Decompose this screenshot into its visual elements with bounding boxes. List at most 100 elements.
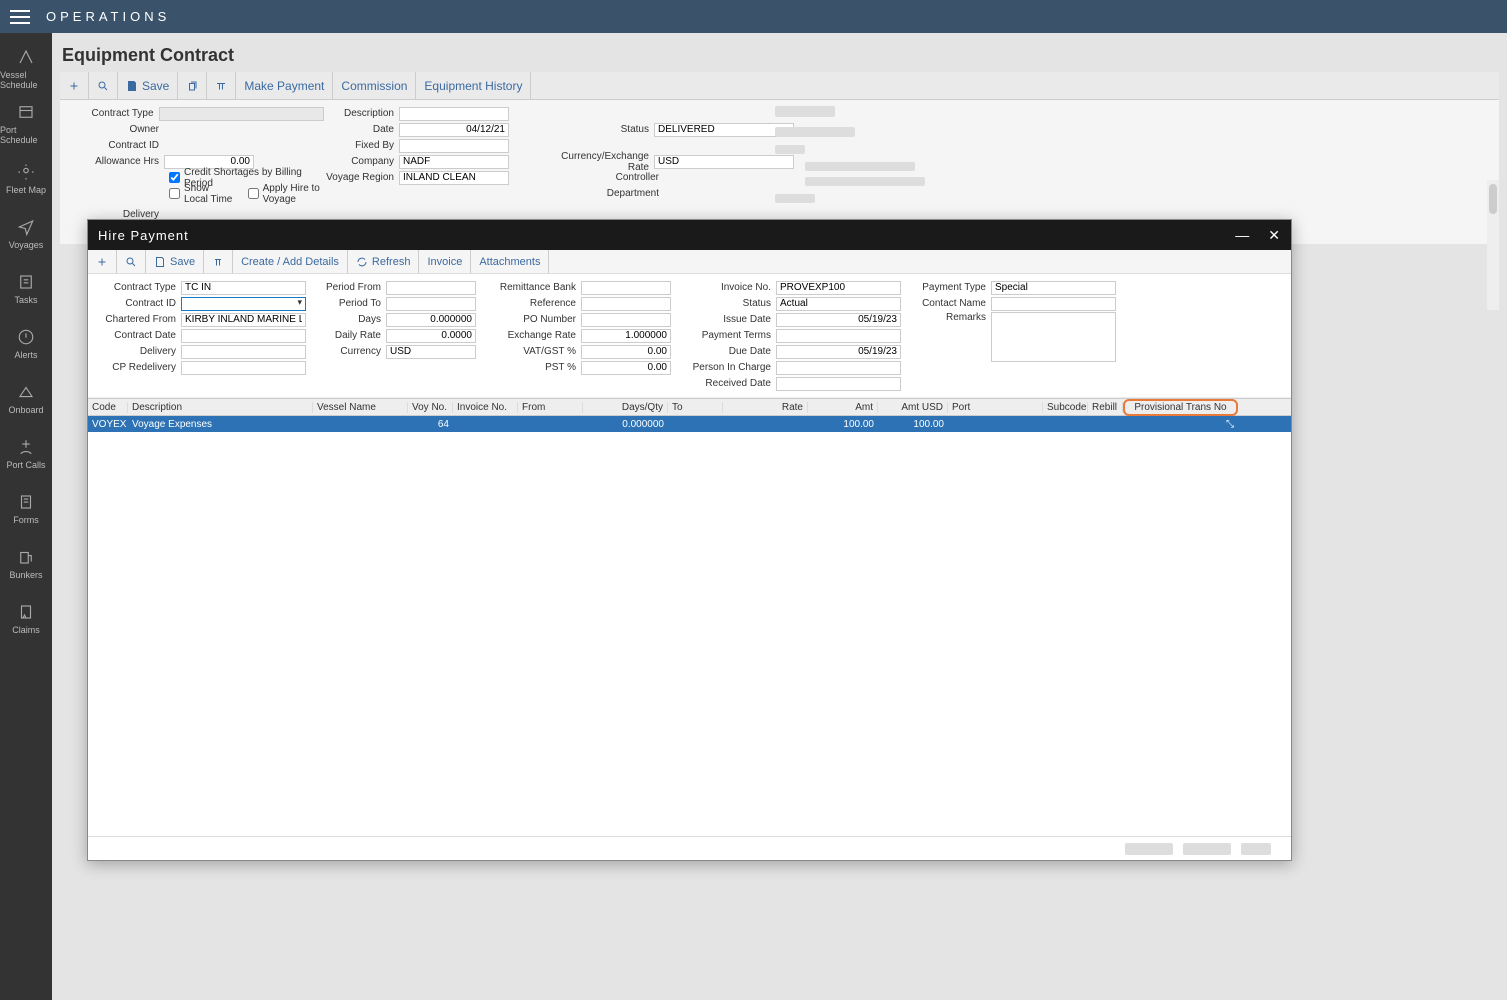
modal-title: Hire Payment <box>98 228 189 243</box>
apply-hire-checkbox[interactable] <box>248 188 259 199</box>
hp-contract-id-dropdown[interactable] <box>181 297 306 311</box>
show-local-time-checkbox[interactable] <box>169 188 180 199</box>
date-input[interactable] <box>399 123 509 137</box>
company-label: Company <box>324 156 399 167</box>
sidebar-port-calls[interactable]: Port Calls <box>0 426 52 481</box>
description-label: Description <box>324 108 399 119</box>
modal-save-button[interactable]: Save <box>146 250 204 273</box>
hp-remarks-input[interactable] <box>991 312 1116 362</box>
sidebar-forms[interactable]: Forms <box>0 481 52 536</box>
hire-payment-form: Contract Type Contract ID Chartered From… <box>88 274 1291 398</box>
footer-skeleton <box>1183 843 1231 855</box>
close-icon[interactable]: ✕ <box>1268 227 1281 244</box>
hp-reference-input[interactable] <box>581 297 671 311</box>
hp-delivery-input[interactable] <box>181 345 306 359</box>
hp-issue-date-input[interactable] <box>776 313 901 327</box>
description-input[interactable] <box>399 107 509 121</box>
hp-payment-type-input[interactable] <box>991 281 1116 295</box>
modal-titlebar: Hire Payment — ✕ <box>88 220 1291 250</box>
hp-due-date-input[interactable] <box>776 345 901 359</box>
hp-person-input[interactable] <box>776 361 901 375</box>
hp-cp-redelivery-input[interactable] <box>181 361 306 375</box>
footer-skeleton <box>1241 843 1271 855</box>
col-vessel[interactable]: Vessel Name <box>313 402 408 413</box>
company-input[interactable] <box>399 155 509 169</box>
attachments-button[interactable]: Attachments <box>471 250 549 273</box>
sidebar-bunkers[interactable]: Bunkers <box>0 536 52 591</box>
col-from[interactable]: From <box>518 402 583 413</box>
col-subcode[interactable]: Subcode <box>1043 402 1088 413</box>
copy-button[interactable] <box>178 72 207 99</box>
hp-vat-gst-input[interactable] <box>581 345 671 359</box>
col-rate[interactable]: Rate <box>723 402 808 413</box>
grid-row[interactable]: VOYEX Voyage Expenses 64 0.000000 100.00… <box>88 416 1291 432</box>
hp-contract-date-input[interactable] <box>181 329 306 343</box>
side-panel-skeleton <box>775 106 955 209</box>
hp-days-input[interactable] <box>386 313 476 327</box>
status-input[interactable] <box>654 123 794 137</box>
delete-button[interactable] <box>207 72 236 99</box>
invoice-button[interactable]: Invoice <box>419 250 471 273</box>
sidebar-fleet-map[interactable]: Fleet Map <box>0 151 52 206</box>
hp-received-date-input[interactable] <box>776 377 901 391</box>
contract-type-input[interactable] <box>159 107 324 121</box>
credit-shortages-checkbox[interactable] <box>169 172 180 183</box>
col-description[interactable]: Description <box>128 402 313 413</box>
department-label: Department <box>544 188 664 199</box>
hp-period-to-input[interactable] <box>386 297 476 311</box>
col-invoice[interactable]: Invoice No. <box>453 402 518 413</box>
footer-skeleton <box>1125 843 1173 855</box>
sidebar-alerts[interactable]: Alerts <box>0 316 52 371</box>
hp-po-number-input[interactable] <box>581 313 671 327</box>
equipment-history-button[interactable]: Equipment History <box>416 72 531 99</box>
form-scrollbar[interactable] <box>1487 180 1499 310</box>
fixed-by-input[interactable] <box>399 139 509 153</box>
date-label: Date <box>324 124 399 135</box>
col-code[interactable]: Code <box>88 402 128 413</box>
hp-invoice-no-input[interactable] <box>776 281 901 295</box>
currency-input[interactable] <box>654 155 794 169</box>
sidebar-voyages[interactable]: Voyages <box>0 206 52 261</box>
hp-chartered-from-input[interactable] <box>181 313 306 327</box>
sidebar-vessel-schedule[interactable]: Vessel Schedule <box>0 41 52 96</box>
top-bar: OPERATIONS <box>0 0 1507 33</box>
col-provisional-trans-no[interactable]: Provisional Trans No <box>1123 399 1238 416</box>
col-daysqty[interactable]: Days/Qty <box>583 402 668 413</box>
sidebar-port-schedule[interactable]: Port Schedule <box>0 96 52 151</box>
sidebar-onboard[interactable]: Onboard <box>0 371 52 426</box>
commission-button[interactable]: Commission <box>333 72 416 99</box>
modal-delete-button[interactable] <box>204 250 233 273</box>
hp-period-from-input[interactable] <box>386 281 476 295</box>
fixed-by-label: Fixed By <box>324 140 399 151</box>
menu-icon[interactable] <box>10 10 30 24</box>
save-button[interactable]: Save <box>118 72 178 99</box>
col-port[interactable]: Port <box>948 402 1043 413</box>
search-button[interactable] <box>89 72 118 99</box>
hp-pst-input[interactable] <box>581 361 671 375</box>
voyage-region-input[interactable] <box>399 171 509 185</box>
sidebar-claims[interactable]: Claims <box>0 591 52 646</box>
col-to[interactable]: To <box>668 402 723 413</box>
make-payment-button[interactable]: Make Payment <box>236 72 333 99</box>
hp-contract-type-input[interactable] <box>181 281 306 295</box>
hp-remittance-bank-input[interactable] <box>581 281 671 295</box>
col-rebill[interactable]: Rebill <box>1088 402 1123 413</box>
hp-contact-name-input[interactable] <box>991 297 1116 311</box>
hp-daily-rate-input[interactable] <box>386 329 476 343</box>
minimize-icon[interactable]: — <box>1235 227 1250 244</box>
sidebar-tasks[interactable]: Tasks <box>0 261 52 316</box>
hp-currency-input[interactable] <box>386 345 476 359</box>
create-add-details-button[interactable]: Create / Add Details <box>233 250 348 273</box>
modal-add-button[interactable] <box>88 250 117 273</box>
modal-search-button[interactable] <box>117 250 146 273</box>
hp-exchange-rate-input[interactable] <box>581 329 671 343</box>
hp-status-input[interactable] <box>776 297 901 311</box>
col-amt[interactable]: Amt <box>808 402 878 413</box>
col-voy[interactable]: Voy No. <box>408 402 453 413</box>
refresh-button[interactable]: Refresh <box>348 250 420 273</box>
contract-type-label: Contract Type <box>64 108 159 119</box>
col-amtusd[interactable]: Amt USD <box>878 402 948 413</box>
add-button[interactable] <box>60 72 89 99</box>
hp-payment-terms-input[interactable] <box>776 329 901 343</box>
grid-header: Code Description Vessel Name Voy No. Inv… <box>88 398 1291 416</box>
